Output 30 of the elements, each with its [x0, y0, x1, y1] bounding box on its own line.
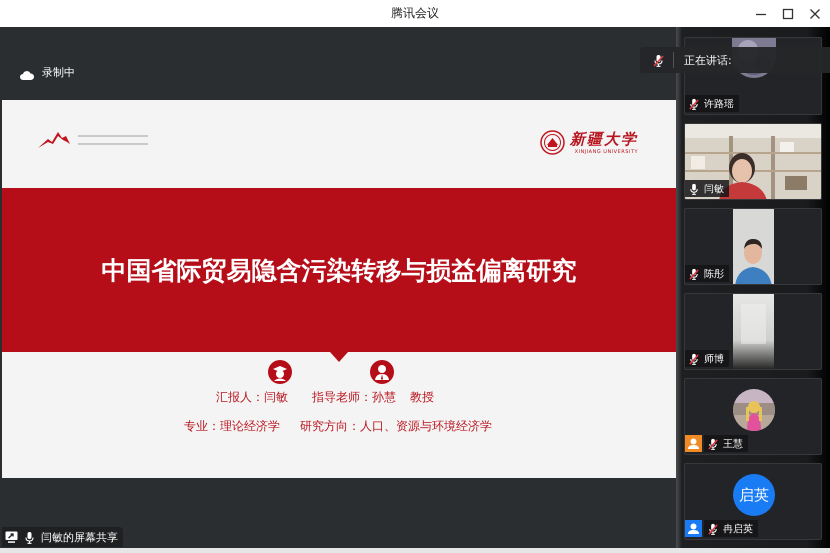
participant-name: 陈彤: [704, 268, 724, 280]
major-text: 专业：理论经济学: [184, 418, 280, 435]
speaking-label: 正在讲话:: [684, 52, 732, 68]
advisor-title: 教授: [410, 389, 434, 406]
university-emblem-icon: [540, 130, 565, 155]
participant-tile[interactable]: 启英 冉启英: [684, 463, 822, 540]
slide-title: 中国省际贸易隐含污染转移与损益偏离研究: [102, 254, 576, 286]
teacher-icon: [370, 360, 394, 384]
participant-name: 闫敏: [704, 182, 724, 196]
window-title: 腾讯会议: [391, 5, 439, 22]
participant-name: 许路瑶: [704, 98, 734, 110]
participant-name: 王慧: [723, 438, 743, 450]
participant-name: 师博: [704, 352, 724, 366]
university-name: 新疆大学: [570, 130, 638, 149]
graduate-icon: [268, 360, 292, 384]
recording-status: 录制中: [42, 65, 75, 80]
close-icon: [808, 8, 820, 20]
cloud-icon: [20, 71, 34, 80]
research-direction-text: 研究方向：人口、资源与环境经济学: [300, 418, 492, 435]
initials-avatar: 启英: [733, 474, 775, 516]
participant-tile[interactable]: 闫敏: [684, 123, 822, 200]
participant-tile[interactable]: 师博: [684, 293, 822, 370]
screen-share-icon: [5, 531, 18, 543]
screen-share-text: 闫敏的屏幕共享: [41, 530, 118, 544]
participant-tile[interactable]: 王慧: [684, 378, 822, 455]
maximize-icon: [782, 8, 794, 20]
presenter-text: 汇报人：闫敏: [216, 389, 288, 406]
advisor-text: 指导老师：孙慧: [312, 389, 396, 406]
participant-name: 冉启英: [723, 522, 753, 536]
participant-tile[interactable]: 陈彤: [684, 208, 822, 285]
